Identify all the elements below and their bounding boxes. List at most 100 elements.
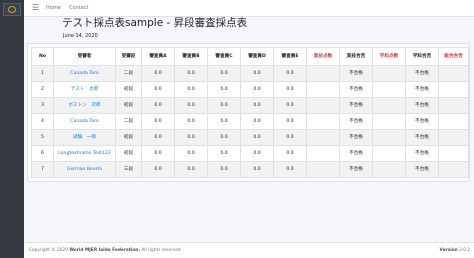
cell-col-judge-c: 0.0: [207, 97, 241, 114]
cell-col-judge-e: 0.0: [273, 145, 307, 162]
cell-col-practical-result: 不合格: [339, 129, 373, 146]
cell-col-judge-a: 0.0: [141, 97, 175, 114]
nav-link-home[interactable]: Home: [46, 4, 61, 12]
cell-col-judge-d: 0.0: [240, 129, 274, 146]
cell-col-no: 5: [31, 129, 54, 146]
cell-col-judge-b: 0.0: [174, 161, 208, 178]
hamburger-icon[interactable]: ☰: [32, 3, 39, 13]
score-table: No 受審者 受審段 審査員A 審査員B 審査員C 審査員D 審査員E 実技点数 実技合否 学科点数…: [31, 47, 469, 178]
cell-col-grade: 二段: [115, 65, 142, 82]
brand-logo[interactable]: [3, 3, 21, 16]
cell-col-judge-a: 0.0: [141, 113, 175, 130]
examinee-name-link[interactable]: German Kenshi: [53, 161, 116, 178]
cell-col-grade: 初段: [115, 145, 142, 162]
cell-col-overall-result: [438, 145, 469, 162]
table-row: 1 Canada Taro 二段 0.0 0.0 0.0 0.0 0.0 不合格 不合格: [31, 65, 469, 82]
cell-col-grade: 初段: [115, 129, 142, 146]
examinee-name-link[interactable]: Canada Taro: [53, 113, 116, 130]
copyright-suffix: All rights reserved.: [140, 248, 183, 253]
cell-col-judge-c: 0.0: [207, 161, 241, 178]
cell-col-written-score: [372, 161, 406, 178]
cell-col-practical-result: 不合格: [339, 161, 373, 178]
cell-col-judge-a: 0.0: [141, 145, 175, 162]
cell-col-no: 6: [31, 145, 54, 162]
cell-col-practical-score: [306, 161, 340, 178]
cell-col-grade: 初段: [115, 81, 142, 98]
footer-copyright: Copyright © 2020 World MJER Iaido Federa…: [29, 248, 182, 254]
cell-col-written-result: 不合格: [405, 129, 439, 146]
cell-col-judge-a: 0.0: [141, 161, 175, 178]
header-col-judge-d: 審査員D: [240, 47, 274, 66]
cell-col-judge-b: 0.0: [174, 81, 208, 98]
cell-col-overall-result: [438, 161, 469, 178]
header-col-practical-score: 実技点数: [306, 47, 340, 66]
cell-col-written-result: 不合格: [405, 161, 439, 178]
cell-col-written-score: [372, 97, 406, 114]
cell-col-practical-result: 不合格: [339, 145, 373, 162]
examinee-name-link[interactable]: 試験 一郎: [53, 129, 116, 146]
table-row: 2 テスト 太郎 初段 0.0 0.0 0.0 0.0 0.0 不合格 不合格: [31, 81, 469, 98]
table-body: 1 Canada Taro 二段 0.0 0.0 0.0 0.0 0.0 不合格 不合格 2 テスト …: [31, 65, 469, 178]
cell-col-practical-score: [306, 113, 340, 130]
cell-col-practical-result: 不合格: [339, 81, 373, 98]
page-date: June 14, 2020: [63, 33, 98, 39]
cell-col-practical-score: [306, 145, 340, 162]
examinee-name-link[interactable]: Longtextname Test123: [53, 145, 116, 162]
cell-col-written-result: 不合格: [405, 65, 439, 82]
nav-link-contact[interactable]: Contact: [69, 4, 88, 12]
cell-col-written-score: [372, 113, 406, 130]
examinee-name-link[interactable]: Canada Taro: [53, 65, 116, 82]
cell-col-practical-score: [306, 65, 340, 82]
cell-col-practical-score: [306, 81, 340, 98]
cell-col-overall-result: [438, 97, 469, 114]
cell-col-judge-b: 0.0: [174, 113, 208, 130]
cell-col-judge-c: 0.0: [207, 81, 241, 98]
cell-col-written-result: 不合格: [405, 113, 439, 130]
cell-col-written-score: [372, 81, 406, 98]
cell-col-judge-e: 0.0: [273, 97, 307, 114]
header-col-examinee: 受審者: [53, 47, 116, 66]
page-title: テスト採点表sample - 昇段審査採点表: [62, 17, 248, 29]
header-col-practical-result: 実技合否: [339, 47, 373, 66]
cell-col-written-result: 不合格: [405, 97, 439, 114]
cell-col-no: 3: [31, 97, 54, 114]
cell-col-judge-d: 0.0: [240, 81, 274, 98]
cell-col-practical-result: 不合格: [339, 113, 373, 130]
cell-col-grade: 二段: [115, 113, 142, 130]
table-row: 3 ボストン 次郎 初段 0.0 0.0 0.0 0.0 0.0 不合格 不合格: [31, 97, 469, 114]
copyright-prefix: Copyright © 2020: [29, 248, 70, 253]
cell-col-judge-d: 0.0: [240, 65, 274, 82]
header-col-judge-b: 審査員B: [174, 47, 208, 66]
cell-col-judge-e: 0.0: [273, 113, 307, 130]
cell-col-judge-b: 0.0: [174, 97, 208, 114]
logo-emblem-icon: [8, 6, 16, 13]
header-col-judge-a: 審査員A: [141, 47, 175, 66]
cell-col-judge-d: 0.0: [240, 145, 274, 162]
cell-col-overall-result: [438, 113, 469, 130]
top-navbar: ☰ Home Contact: [24, 0, 474, 17]
cell-col-judge-e: 0.0: [273, 81, 307, 98]
cell-col-no: 1: [31, 65, 54, 82]
cell-col-written-result: 不合格: [405, 145, 439, 162]
header-col-overall-result: 総合合否: [438, 47, 469, 66]
examinee-name-link[interactable]: ボストン 次郎: [53, 97, 116, 114]
cell-col-judge-a: 0.0: [141, 129, 175, 146]
cell-col-written-score: [372, 65, 406, 82]
footer: Copyright © 2020 World MJER Iaido Federa…: [24, 242, 474, 258]
cell-col-judge-d: 0.0: [240, 97, 274, 114]
cell-col-practical-result: 不合格: [339, 65, 373, 82]
copyright-org[interactable]: World MJER Iaido Federation.: [69, 248, 140, 253]
cell-col-judge-b: 0.0: [174, 145, 208, 162]
cell-col-practical-score: [306, 97, 340, 114]
cell-col-practical-result: 不合格: [339, 97, 373, 114]
footer-version: Version 3.0.2: [440, 248, 470, 254]
cell-col-judge-c: 0.0: [207, 129, 241, 146]
table-row: 5 試験 一郎 初段 0.0 0.0 0.0 0.0 0.0 不合格 不合格: [31, 129, 469, 146]
score-table-card: No 受審者 受審段 審査員A 審査員B 審査員C 審査員D 審査員E 実技点数 実技合否 学科点数…: [27, 43, 470, 182]
cell-col-no: 4: [31, 113, 54, 130]
examinee-name-link[interactable]: テスト 太郎: [53, 81, 116, 98]
header-col-written-result: 学科合否: [405, 47, 439, 66]
table-row: 7 German Kenshi 三段 0.0 0.0 0.0 0.0 0.0 不合格 不合格: [31, 161, 469, 178]
cell-col-written-result: 不合格: [405, 81, 439, 98]
cell-col-judge-a: 0.0: [141, 65, 175, 82]
